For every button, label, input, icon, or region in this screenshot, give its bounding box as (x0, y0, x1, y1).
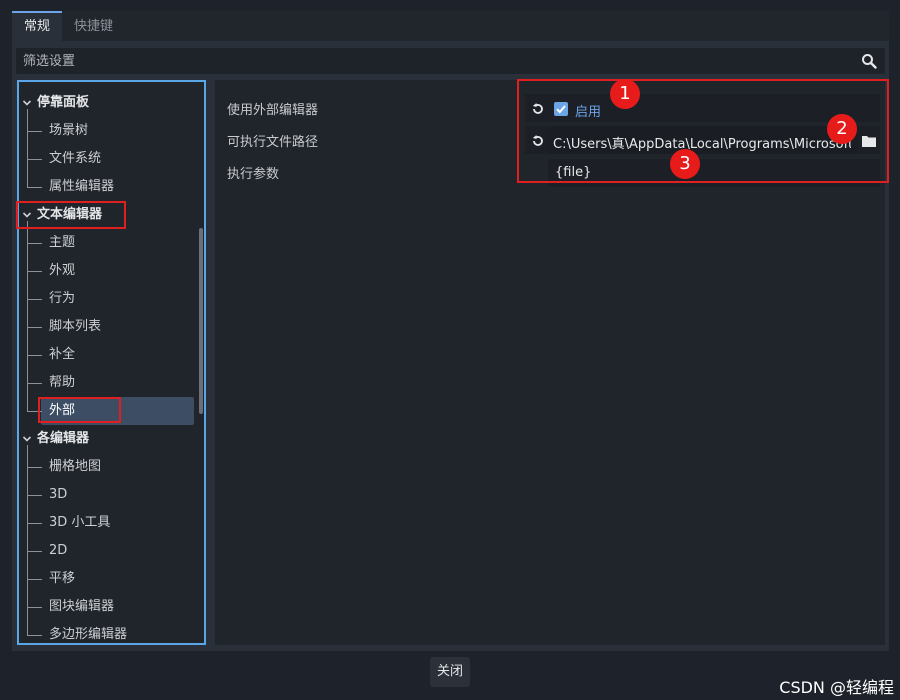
tree-item[interactable]: 行为 (19, 285, 189, 313)
settings-section-tree: 停靠面板 场景树 文件系统 属性编辑器 文本编辑器 主题 外观 行为 脚本列表 补全 帮助 外部 各编辑… (17, 80, 206, 645)
tree-item[interactable]: 平移 (19, 565, 189, 593)
tree-connector (27, 607, 42, 608)
watermark: CSDN @轻编程 (779, 678, 894, 697)
tree-item[interactable]: 2D (19, 537, 189, 565)
tree-connector (27, 445, 28, 635)
tree-connector (27, 635, 42, 636)
tree-scrollbar[interactable] (199, 228, 203, 414)
tree-item-label: 主题 (49, 235, 76, 250)
annotation-box-text-editor (16, 201, 126, 229)
tree-connector (27, 495, 42, 496)
tree-connector (27, 551, 42, 552)
annotation-box-external (38, 397, 121, 423)
tree-connector (27, 327, 42, 328)
filter-settings-input[interactable] (16, 48, 856, 74)
tree-item[interactable]: 3D 小工具 (19, 509, 189, 537)
tree-item-label: 3D 小工具 (49, 515, 111, 530)
tree-connector (27, 131, 42, 132)
tree-item-label: 行为 (49, 291, 76, 306)
tree-connector (27, 271, 42, 272)
tree-item[interactable]: 外观 (19, 257, 189, 285)
tree-item-label: 3D (49, 487, 68, 502)
tab-shortcuts[interactable]: 快捷键 (62, 11, 125, 42)
tree-item-label: 各编辑器 (37, 431, 90, 446)
tree-item[interactable]: 场景树 (19, 117, 189, 145)
tree-section[interactable]: 各编辑器 (19, 425, 189, 453)
tree-item[interactable]: 补全 (19, 341, 189, 369)
exec-path-label: 可执行文件路径 (227, 135, 319, 150)
tab-general[interactable]: 常规 (12, 11, 63, 42)
tree-connector (27, 187, 42, 188)
tree-item-label: 属性编辑器 (49, 179, 115, 194)
tree-item-label: 栅格地图 (49, 459, 102, 474)
chevron-down-icon[interactable] (22, 434, 32, 444)
tree-connector (27, 299, 42, 300)
tree-section[interactable]: 停靠面板 (19, 89, 189, 117)
tree-item[interactable]: 多边形编辑器 (19, 621, 189, 643)
tree-connector (27, 383, 42, 384)
tree-item-label: 补全 (49, 347, 76, 362)
tree-connector (27, 579, 42, 580)
tree-item[interactable]: 图块编辑器 (19, 593, 189, 621)
tree-item-label: 图块编辑器 (49, 599, 115, 614)
close-button[interactable]: 关闭 (430, 657, 470, 687)
chevron-down-icon[interactable] (22, 98, 32, 108)
tree-item[interactable]: 栅格地图 (19, 453, 189, 481)
exec-flags-label: 执行参数 (227, 167, 280, 182)
tree-item[interactable]: 主题 (19, 229, 189, 257)
search-icon[interactable] (861, 53, 877, 69)
tree-item-label: 2D (49, 543, 68, 558)
tree-connector (27, 109, 28, 187)
tree-connector (27, 523, 42, 524)
tree-item[interactable]: 文件系统 (19, 145, 189, 173)
tree-item[interactable]: 3D (19, 481, 189, 509)
annotation-badge-3: 3 (670, 149, 700, 179)
tree-item[interactable]: 脚本列表 (19, 313, 189, 341)
tree-item[interactable]: 帮助 (19, 369, 189, 397)
tree-connector (27, 159, 42, 160)
tree-connector (27, 355, 42, 356)
tree-item-label: 文件系统 (49, 151, 102, 166)
tree-item-label: 平移 (49, 571, 76, 586)
tree-item[interactable]: 属性编辑器 (19, 173, 189, 201)
tree-connector (27, 467, 42, 468)
tree-item-label: 脚本列表 (49, 319, 102, 334)
tree-item-label: 多边形编辑器 (49, 627, 128, 642)
tree-connector (27, 243, 42, 244)
tab-bar: 常规 快捷键 (12, 11, 889, 42)
tree-item-label: 场景树 (49, 123, 89, 138)
tree-connector (27, 221, 28, 411)
annotation-badge-2: 2 (827, 114, 857, 144)
filter-settings-field[interactable] (16, 48, 885, 74)
tree-item-label: 停靠面板 (37, 95, 90, 110)
tree-item-label: 帮助 (49, 375, 76, 390)
annotation-badge-1: 1 (610, 79, 640, 109)
tree-item-label: 外观 (49, 263, 76, 278)
use-external-editor-label: 使用外部编辑器 (227, 103, 319, 118)
editor-settings-window: 常规 快捷键 停靠面板场景树文件系统属性编辑器文本编辑器主题外观行为脚本列表补全… (12, 11, 889, 651)
